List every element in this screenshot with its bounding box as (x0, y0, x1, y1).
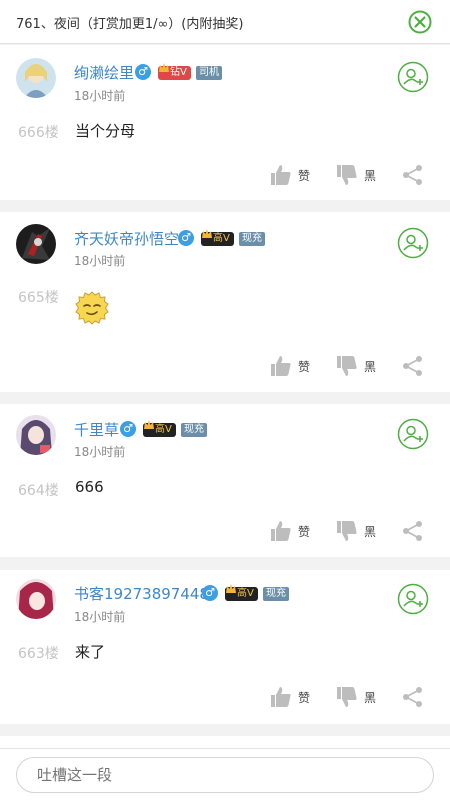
floor-number: 664楼 (18, 483, 59, 499)
thumbs-up-icon (271, 165, 291, 185)
crown-icon (226, 584, 236, 593)
share-icon[interactable] (402, 164, 424, 186)
comment-text: 666 (75, 478, 104, 496)
vip-badge: 高V (225, 584, 258, 601)
like-label: 赞 (298, 360, 311, 374)
like-label: 赞 (298, 525, 311, 539)
thumbs-down-icon (337, 165, 357, 185)
username[interactable]: 齐天妖帝孙悟空 (74, 228, 179, 249)
like-button[interactable]: 赞 (270, 164, 314, 186)
share-icon[interactable] (402, 520, 424, 542)
dislike-label: 黑 (364, 169, 377, 183)
user-tag: 现充 (263, 587, 289, 601)
floor-number: 666楼 (18, 125, 59, 141)
comment-card: 千里草 ♂ 高V 现充 18小时前 664楼 666 赞 黑 (0, 404, 450, 557)
dislike-label: 黑 (364, 691, 377, 705)
follow-icon[interactable] (397, 227, 429, 259)
avatar[interactable] (16, 579, 56, 619)
dislike-label: 黑 (364, 525, 377, 539)
dislike-button[interactable]: 黑 (336, 355, 380, 377)
comment-text: 来了 (75, 643, 106, 661)
like-button[interactable]: 赞 (270, 520, 314, 542)
crown-icon (144, 420, 154, 429)
vip-badge: 高V (143, 420, 176, 437)
like-label: 赞 (298, 169, 311, 183)
avatar[interactable] (16, 224, 56, 264)
follow-icon[interactable] (397, 418, 429, 450)
share-icon[interactable] (402, 686, 424, 708)
like-button[interactable]: 赞 (270, 355, 314, 377)
gender-badge: ♂ (202, 585, 218, 601)
comment-bar (0, 748, 450, 800)
comment-card: 书客19273897448 ♂ 高V 现充 18小时前 663楼 来了 赞 黑 (0, 570, 450, 724)
follow-icon[interactable] (397, 61, 429, 93)
avatar[interactable] (16, 58, 56, 98)
dislike-label: 黑 (364, 360, 377, 374)
chapter-title: 761、夜间（打赏加更1/∞）(内附抽奖) (16, 17, 244, 32)
thumbs-up-icon (271, 356, 291, 376)
gender-badge: ♂ (178, 230, 194, 246)
share-icon[interactable] (402, 355, 424, 377)
username[interactable]: 千里草 (74, 419, 119, 440)
comment-card: 绚濑绘里 ♂ 钻V 司机 18小时前 666楼 当个分母 赞 黑 (0, 45, 450, 200)
like-button[interactable]: 赞 (270, 686, 314, 708)
follow-icon[interactable] (397, 583, 429, 615)
user-tag: 司机 (196, 66, 222, 80)
gender-badge: ♂ (120, 421, 136, 437)
dislike-button[interactable]: 黑 (336, 164, 380, 186)
comment-card: 齐天妖帝孙悟空 ♂ 高V 现充 18小时前 665楼 赞 黑 (0, 212, 450, 392)
top-bar: 761、夜间（打赏加更1/∞）(内附抽奖) (0, 0, 450, 44)
crown-icon (159, 63, 169, 72)
vip-label: 高V (237, 588, 254, 599)
thumbs-up-icon (271, 687, 291, 707)
comment-input[interactable] (16, 757, 434, 793)
username[interactable]: 书客19273897448 (74, 583, 209, 604)
vip-badge: 高V (201, 229, 234, 246)
close-icon (408, 10, 432, 34)
comment-text: 当个分母 (75, 122, 136, 140)
vip-label: 钻V (170, 67, 187, 78)
vip-label: 高V (213, 233, 230, 244)
username[interactable]: 绚濑绘里 (74, 62, 134, 83)
sly-face-emoji (75, 291, 109, 325)
like-label: 赞 (298, 691, 311, 705)
vip-label: 高V (155, 424, 172, 435)
thumbs-down-icon (337, 521, 357, 541)
close-button[interactable] (408, 10, 432, 34)
timestamp: 18小时前 (74, 610, 126, 624)
thumbs-down-icon (337, 687, 357, 707)
timestamp: 18小时前 (74, 89, 126, 103)
thumbs-down-icon (337, 356, 357, 376)
gender-badge: ♂ (135, 64, 151, 80)
user-tag: 现充 (239, 232, 265, 246)
floor-number: 665楼 (18, 290, 59, 306)
timestamp: 18小时前 (74, 445, 126, 459)
crown-icon (202, 229, 212, 238)
dislike-button[interactable]: 黑 (336, 686, 380, 708)
thumbs-up-icon (271, 521, 291, 541)
timestamp: 18小时前 (74, 254, 126, 268)
floor-number: 663楼 (18, 646, 59, 662)
user-tag: 现充 (181, 423, 207, 437)
avatar[interactable] (16, 415, 56, 455)
dislike-button[interactable]: 黑 (336, 520, 380, 542)
vip-badge: 钻V (158, 63, 191, 80)
